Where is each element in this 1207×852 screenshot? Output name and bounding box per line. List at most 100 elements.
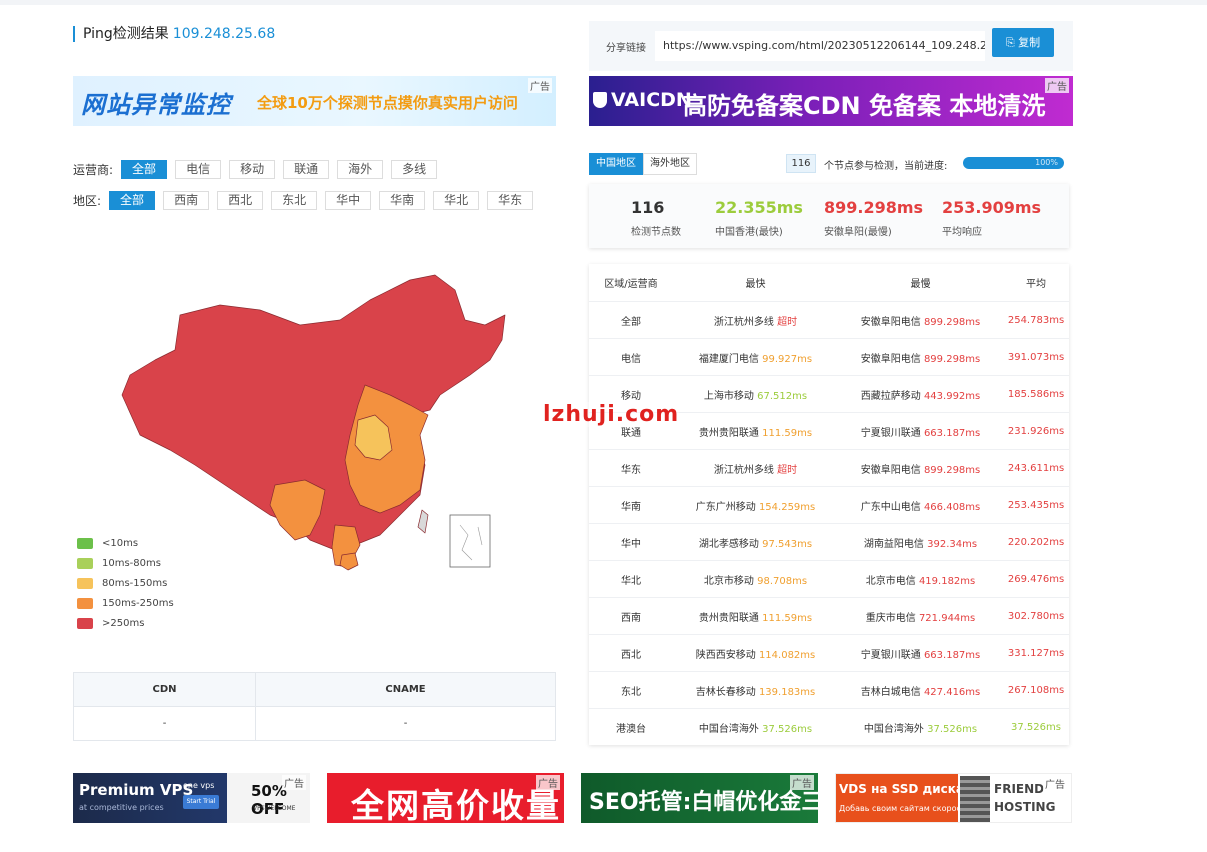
ad-line: Premium VPS (79, 781, 194, 799)
slowest-location: 吉林白城电信 (860, 686, 921, 698)
fastest-value: 97.543ms (762, 538, 813, 550)
target-ip: 109.248.25.68 (172, 26, 276, 42)
fastest-value: 111.59ms (762, 612, 813, 624)
ad-tag: 广告 (1043, 776, 1067, 791)
slowest-location: 安徽阜阳电信 (860, 353, 921, 365)
watermark: lzhuji.com (543, 402, 680, 427)
slowest-location: 北京市电信 (865, 575, 916, 587)
operator-chip[interactable]: 全部 (121, 160, 168, 179)
row-fastest: 贵州贵阳联通 111.59ms (673, 609, 838, 624)
header-average: 平均 (1026, 279, 1046, 290)
operator-chip[interactable]: 多线 (391, 160, 438, 179)
fastest-location: 北京市移动 (703, 575, 754, 587)
region-chip[interactable]: 华南 (379, 191, 426, 210)
row-average: 253.435ms (1007, 499, 1065, 511)
share-link-panel: 分享链接 https://www.vsping.com/html/2023051… (589, 21, 1073, 71)
slowest-value: 466.408ms (923, 501, 981, 513)
ad-button: Start Trial (183, 795, 219, 809)
tab-overseas[interactable]: 海外地区 (643, 153, 697, 175)
region-chip[interactable]: 华北 (433, 191, 480, 210)
slowest-location: 安徽阜阳电信 (860, 464, 921, 476)
share-link-label: 分享链接 (606, 43, 646, 54)
tab-china[interactable]: 中国地区 (589, 153, 643, 175)
slowest-location: 西藏拉萨移动 (860, 390, 921, 402)
row-fastest: 吉林长春移动 139.183ms (673, 683, 838, 698)
row-region: 移动 (621, 390, 641, 402)
legend-swatch (77, 577, 93, 589)
region-chip[interactable]: 华中 (325, 191, 372, 210)
row-slowest: 吉林白城电信 427.416ms (838, 683, 1003, 698)
region-chip[interactable]: 西北 (217, 191, 264, 210)
stat-label: 中国香港(最快) (715, 227, 783, 238)
operator-chip[interactable]: 海外 (337, 160, 384, 179)
region-chip[interactable]: 华东 (487, 191, 534, 210)
row-fastest: 上海市移动 67.512ms (673, 387, 838, 402)
operator-chip[interactable]: 移动 (229, 160, 276, 179)
header-region: 区域/运营商 (604, 279, 658, 290)
row-fastest: 浙江杭州多线 超时 (673, 461, 838, 476)
row-region: 港澳台 (616, 723, 646, 735)
share-link-input[interactable]: https://www.vsping.com/html/202305122061… (655, 31, 985, 61)
stat-node-count: 116 检测节点数 (631, 198, 681, 238)
slowest-location: 宁夏银川联通 (860, 649, 921, 661)
row-region: 华南 (621, 501, 641, 513)
progress-bar: 100% (963, 157, 1064, 169)
ad-banner-seo[interactable]: SEO托管:白帽优化金三角 广告 (581, 773, 818, 823)
slowest-value: 899.298ms (923, 353, 981, 365)
table-row: 全部 浙江杭州多线 超时 安徽阜阳电信 899.298ms 254.783ms (589, 301, 1069, 338)
legend-item: 80ms-150ms (77, 573, 174, 593)
region-chip[interactable]: 全部 (109, 191, 156, 210)
ad-tag: 广告 (1045, 78, 1069, 93)
ad-banner-friend-hosting[interactable]: VDS на SSD дисках Добавь своим сайтам ск… (835, 773, 1072, 823)
copy-button[interactable]: ⎘ 复制 (992, 28, 1054, 57)
operator-filter-label: 运营商: (73, 163, 114, 177)
ad-banner-premium-vps[interactable]: Premium VPS at competitive prices one vp… (73, 773, 310, 823)
ad-headline: 高防免备案CDN 免备案 本地清洗 (683, 92, 1046, 120)
fastest-value: 154.259ms (758, 501, 816, 513)
row-average: 391.073ms (1007, 351, 1065, 363)
server-rack-icon (960, 776, 990, 822)
stat-value: 116 (631, 198, 665, 217)
table-row: 港澳台 中国台湾海外 37.526ms 中国台湾海外 37.526ms 37.526m… (589, 708, 1069, 745)
ad-line: one vps (183, 781, 215, 790)
operator-chip[interactable]: 联通 (283, 160, 330, 179)
slowest-location: 安徽阜阳电信 (860, 316, 921, 328)
row-slowest: 安徽阜阳电信 899.298ms (838, 313, 1003, 328)
ad-line: Добавь своим сайтам скорости (839, 804, 971, 813)
legend-item: 150ms-250ms (77, 593, 174, 613)
results-header-row: 区域/运营商 最快 最慢 平均 (589, 264, 1069, 301)
south-sea-islands (459, 524, 483, 561)
top-strip (0, 0, 1207, 5)
fastest-location: 浙江杭州多线 (713, 464, 774, 476)
map-region-taiwan[interactable] (417, 509, 429, 534)
slowest-value: 899.298ms (923, 464, 981, 476)
map-region-hainan[interactable] (339, 552, 359, 571)
row-slowest: 湖南益阳电信 392.34ms (838, 535, 1003, 550)
legend-swatch (77, 617, 93, 629)
row-region: 西南 (621, 612, 641, 624)
cdn-table: CDN CNAME - - (73, 672, 556, 741)
table-row: 东北 吉林长春移动 139.183ms 吉林白城电信 427.416ms 267.10… (589, 671, 1069, 708)
ad-banner-monitoring[interactable]: 网站异常监控 全球10万个探测节点摸你真实用户访问 广告 (73, 76, 556, 126)
ad-banner-vaicdn[interactable]: VAICDN 高防免备案CDN 免备案 本地清洗 广告 (589, 76, 1073, 126)
operator-chip[interactable]: 电信 (175, 160, 222, 179)
table-row: 西南 贵州贵阳联通 111.59ms 重庆市电信 721.944ms 302.780m… (589, 597, 1069, 634)
progress-text: 个节点参与检测，当前进度: (824, 161, 948, 172)
fastest-value: 139.183ms (758, 686, 816, 698)
ad-banner-traffic[interactable]: 全网高价收量 广告 (327, 773, 564, 823)
ad-line: SEO托管:白帽优化金三角 (589, 790, 818, 815)
region-chip[interactable]: 东北 (271, 191, 318, 210)
region-filter-label: 地区: (73, 194, 102, 208)
copy-icon: ⎘ (1005, 36, 1019, 49)
slowest-value: 721.944ms (918, 612, 976, 624)
row-fastest: 福建厦门电信 99.927ms (673, 350, 838, 365)
slowest-location: 重庆市电信 (865, 612, 916, 624)
ad-line: VPSWELCOME (253, 805, 296, 812)
legend-label: 150ms-250ms (102, 597, 174, 609)
ad-tag: 广告 (282, 775, 306, 790)
stat-value: 22.355ms (715, 198, 803, 217)
region-chip[interactable]: 西南 (163, 191, 210, 210)
ad-line: 全网高价收量 (351, 786, 561, 823)
legend-label: 80ms-150ms (102, 577, 168, 589)
legend-item: <10ms (77, 533, 174, 553)
